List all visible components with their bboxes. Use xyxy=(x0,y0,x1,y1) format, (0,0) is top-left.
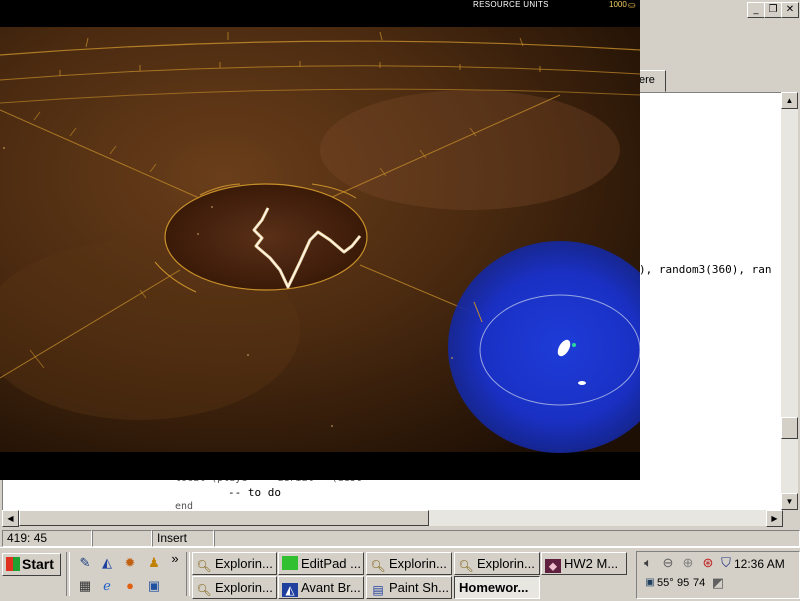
volume-icon[interactable]: 🔈︎ xyxy=(639,554,657,572)
scroll-thumb[interactable] xyxy=(19,510,429,526)
windows-logo-icon xyxy=(6,557,20,571)
scroll-right-icon[interactable]: ▶ xyxy=(766,510,783,527)
temp-disk: 74 xyxy=(693,577,706,589)
task-label: HW2 M... xyxy=(564,556,619,571)
more-chevron-icon[interactable]: » xyxy=(166,550,184,568)
task-label: Explorin... xyxy=(215,556,273,571)
insert-mode: Insert xyxy=(152,530,214,547)
cursor-position: 419: 45 xyxy=(2,530,92,547)
folder-search-icon: 🔍︎ xyxy=(196,583,212,597)
central-disk xyxy=(164,183,368,291)
bottom-bar xyxy=(0,452,640,480)
network-icon[interactable]: ⊖ xyxy=(659,554,677,572)
avant-icon[interactable]: ◭ xyxy=(98,554,116,572)
task-avant-browser[interactable]: ◭ Avant Br... xyxy=(278,576,364,599)
horizontal-scrollbar[interactable]: ◀ ▶ xyxy=(2,510,783,527)
task-label: Explorin... xyxy=(389,556,447,571)
task-label: Explorin... xyxy=(215,580,273,595)
drive-icon[interactable]: ◩ xyxy=(709,574,727,592)
paintshop-icon: ▤ xyxy=(372,583,384,597)
ship-marker xyxy=(572,343,576,347)
task-editpad[interactable]: EditPad ... xyxy=(278,552,364,575)
vertical-scrollbar[interactable]: ▲ ▼ xyxy=(781,92,798,510)
status-field-empty xyxy=(92,530,152,547)
restore-button[interactable]: ❐ xyxy=(764,2,782,18)
antivirus-icon[interactable]: ⊛ xyxy=(699,554,717,572)
task-label: Avant Br... xyxy=(301,580,361,595)
task-explorer-4[interactable]: 🔍︎ Explorin... xyxy=(192,576,277,599)
calculator-icon[interactable]: ▦ xyxy=(76,577,94,595)
resource-icon: ⛀ xyxy=(628,0,636,10)
ie-icon[interactable]: ℯ xyxy=(98,577,116,595)
resource-units-label: RESOURCE UNITS xyxy=(473,0,549,9)
scroll-down-icon[interactable]: ▼ xyxy=(781,493,798,510)
task-hw2[interactable]: ⬥ HW2 M... xyxy=(541,552,627,575)
folder-search-icon: 🔍︎ xyxy=(196,559,212,573)
task-paint-shop[interactable]: ▤ Paint Sh... xyxy=(366,576,452,599)
paint-icon[interactable]: ✹ xyxy=(121,554,139,572)
editor-tab[interactable]: ere xyxy=(636,70,666,92)
close-button[interactable]: ✕ xyxy=(781,2,799,18)
task-homework[interactable]: Homewor... xyxy=(454,576,540,599)
folder-search-icon: 🔍︎ xyxy=(458,559,474,573)
task-explorer-1[interactable]: 🔍︎ Explorin... xyxy=(192,552,277,575)
separator xyxy=(66,552,70,596)
shield-icon[interactable]: ⛉ xyxy=(717,554,735,572)
task-label: Paint Sh... xyxy=(389,580,449,595)
temp-system: 95 xyxy=(677,577,690,589)
task-label: Explorin... xyxy=(477,556,535,571)
game-scene xyxy=(0,0,640,480)
status-bar: 419: 45 Insert xyxy=(0,529,800,547)
task-label: Homewor... xyxy=(459,580,529,595)
globe-icon[interactable]: ⊕ xyxy=(679,554,697,572)
scroll-left-icon[interactable]: ◀ xyxy=(2,510,19,527)
status-field-rest xyxy=(214,530,800,547)
temp-cpu: 55° xyxy=(657,577,674,589)
code-line: -- to do xyxy=(175,486,281,499)
start-button[interactable]: Start xyxy=(2,553,61,576)
notepad-icon[interactable]: ✎ xyxy=(76,554,94,572)
editpad-icon xyxy=(282,556,298,570)
resource-units-value: 1000 xyxy=(609,0,627,9)
avant-icon: ◭ xyxy=(282,583,298,597)
task-explorer-3[interactable]: 🔍︎ Explorin... xyxy=(454,552,540,575)
clock[interactable]: 12:36 AM xyxy=(734,557,785,571)
debris-icon xyxy=(578,381,586,385)
task-explorer-2[interactable]: 🔍︎ Explorin... xyxy=(366,552,452,575)
desktop-icon[interactable]: ▣ xyxy=(145,577,163,595)
nebula-haze xyxy=(320,90,620,210)
start-label: Start xyxy=(22,556,54,572)
game-viewport[interactable]: RESOURCE UNITS 1000 ⛀ xyxy=(0,0,640,480)
code-line: ), random3(360), ran xyxy=(639,263,772,276)
separator xyxy=(186,552,190,596)
scroll-up-icon[interactable]: ▲ xyxy=(781,92,798,109)
firefox-icon[interactable]: ● xyxy=(121,577,139,595)
scroll-thumb[interactable] xyxy=(781,417,798,439)
hw2-icon: ⬥ xyxy=(545,559,561,573)
minimize-button[interactable]: _ xyxy=(747,2,765,18)
taskbar: Start ✎ ◭ ✹ ♟ » ▦ ℯ ● ▣ 🔍︎ Explorin... Ed… xyxy=(0,547,800,601)
task-label: EditPad ... xyxy=(301,556,361,571)
aim-icon[interactable]: ♟ xyxy=(145,554,163,572)
folder-search-icon: 🔍︎ xyxy=(370,559,386,573)
